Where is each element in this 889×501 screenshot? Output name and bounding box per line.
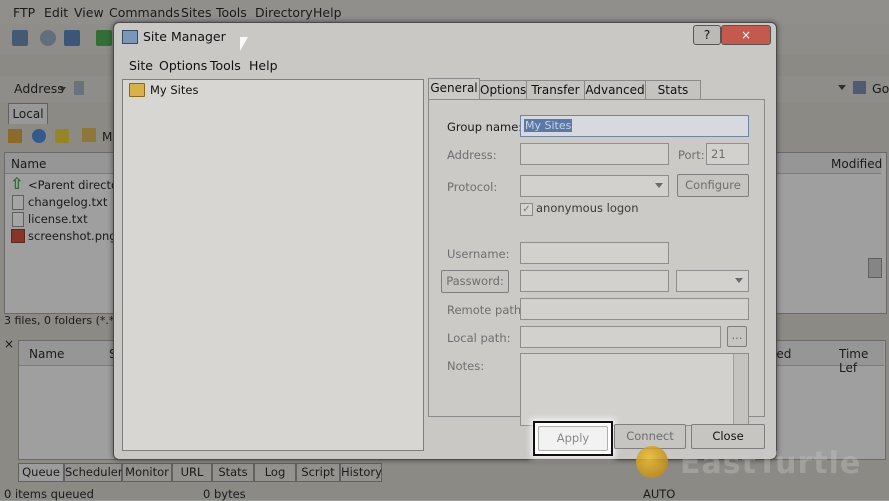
watermark-logo-icon bbox=[636, 446, 668, 478]
remote-path-field[interactable] bbox=[520, 298, 749, 320]
chevron-down-icon bbox=[735, 278, 743, 283]
help-button[interactable]: ? bbox=[693, 25, 721, 45]
password-type-select[interactable] bbox=[676, 270, 749, 292]
local-path-field[interactable] bbox=[520, 326, 721, 348]
general-tab-panel: Group name: My Sites Address: Port: 21 P… bbox=[428, 99, 765, 426]
tab-transfer[interactable]: Transfer bbox=[526, 80, 585, 99]
tab-general[interactable]: General bbox=[428, 78, 480, 100]
apply-button[interactable]: Apply bbox=[538, 426, 608, 451]
close-window-button[interactable]: × bbox=[721, 25, 771, 45]
protocol-label: Protocol: bbox=[447, 180, 498, 194]
group-name-field[interactable]: My Sites bbox=[520, 115, 749, 137]
tab-advanced[interactable]: Advanced bbox=[584, 80, 646, 99]
remote-path-label: Remote path: bbox=[447, 303, 526, 317]
dialog-menu-site[interactable]: Site bbox=[129, 58, 153, 73]
watermark-text: EastTurtle bbox=[680, 446, 862, 481]
port-value: 21 bbox=[711, 147, 726, 161]
configure-button[interactable]: Configure bbox=[677, 174, 749, 197]
port-field[interactable]: 21 bbox=[706, 143, 749, 165]
site-tree[interactable]: My Sites bbox=[122, 79, 424, 451]
username-label: Username: bbox=[447, 247, 510, 261]
dialog-menu-tools[interactable]: Tools bbox=[210, 58, 241, 73]
protocol-select[interactable] bbox=[520, 175, 669, 197]
anonymous-label: anonymous logon bbox=[536, 201, 639, 215]
site-manager-dialog: Site Manager ? × Site Options Tools Help… bbox=[113, 22, 777, 460]
notes-label: Notes: bbox=[447, 359, 485, 373]
browse-button[interactable]: ... bbox=[727, 326, 747, 347]
password-button[interactable]: Password: bbox=[441, 270, 509, 293]
tree-item-my-sites[interactable]: My Sites bbox=[150, 83, 198, 97]
site-manager-icon bbox=[122, 30, 138, 44]
folder-icon bbox=[129, 83, 145, 97]
address-label: Address: bbox=[447, 148, 497, 162]
chevron-down-icon bbox=[655, 183, 663, 188]
tab-options[interactable]: Options bbox=[479, 80, 527, 99]
port-label: Port: bbox=[678, 148, 705, 162]
password-field[interactable] bbox=[520, 270, 669, 292]
address-field[interactable] bbox=[520, 143, 669, 165]
local-path-label: Local path: bbox=[447, 331, 511, 345]
apply-highlight: Apply bbox=[533, 421, 613, 456]
dialog-menu-help[interactable]: Help bbox=[249, 58, 278, 73]
anonymous-checkbox[interactable]: ✓ bbox=[520, 203, 533, 216]
group-name-label: Group name: bbox=[447, 120, 523, 134]
group-name-value: My Sites bbox=[524, 119, 573, 132]
tab-stats[interactable]: Stats bbox=[645, 80, 701, 99]
notes-textarea[interactable] bbox=[520, 353, 749, 426]
dialog-menu-options[interactable]: Options bbox=[159, 58, 207, 73]
mouse-cursor-icon bbox=[240, 37, 248, 51]
username-field[interactable] bbox=[520, 242, 669, 264]
notes-scrollbar[interactable] bbox=[733, 354, 748, 425]
dialog-title: Site Manager bbox=[143, 29, 226, 44]
